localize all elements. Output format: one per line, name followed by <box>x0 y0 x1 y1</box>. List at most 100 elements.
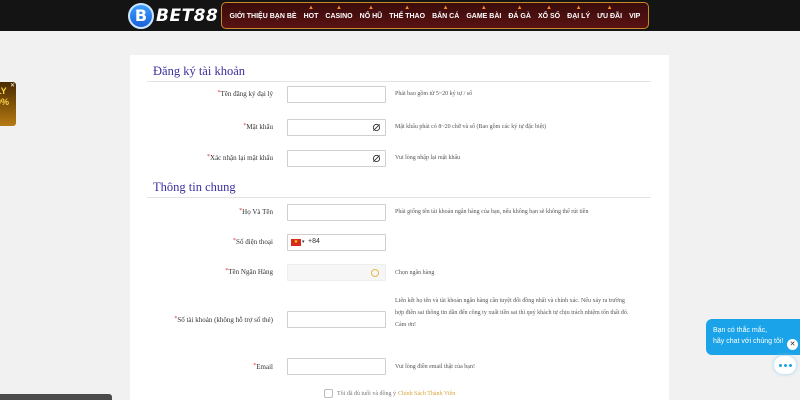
fullname-input[interactable] <box>288 209 385 224</box>
live-chat-banner[interactable]: Bạn có thắc mắc, hãy chat với chúng tôi! <box>706 319 800 355</box>
section-title-general: Thông tin chung <box>153 180 236 194</box>
eye-off-icon[interactable] <box>372 154 381 163</box>
field-label: *Email <box>253 363 273 371</box>
section-title-register: Đăng ký tài khoản <box>153 64 245 78</box>
chat-dot <box>788 363 792 367</box>
flame-icon: ▲ <box>336 5 342 11</box>
flame-icon: ▲ <box>367 5 374 11</box>
nav-label: VIP <box>629 13 641 20</box>
status-bar <box>0 394 112 400</box>
label-text: Mật khẩu <box>246 123 273 131</box>
register-form: Đăng ký tài khoản *Tên đăng ký đại lý Ph… <box>130 55 669 400</box>
agreement-row: Tôi đã đủ tuổi và đồng ý Chính Sách Thàn… <box>324 389 455 398</box>
agent-username-field[interactable] <box>287 86 386 106</box>
field-label: *Tên Ngân Hàng <box>225 268 273 276</box>
flame-icon: ▲ <box>307 5 314 11</box>
nav-gioi-thieu[interactable]: GIỚI THIỆU BẠN BÈ <box>230 11 297 20</box>
label-text: Email <box>256 363 273 371</box>
field-hint: Vui lòng nhập lại mật khẩu <box>395 155 461 161</box>
account-number-input[interactable] <box>288 316 385 331</box>
nav-label: GAME BÀI <box>466 13 502 20</box>
eye-off-icon[interactable] <box>372 123 381 132</box>
label-text: Tên đăng ký đại lý <box>220 90 274 98</box>
label-text: Tên Ngân Hàng <box>228 268 273 276</box>
field-label: *Tên đăng ký đại lý <box>218 90 274 98</box>
nav-label: ĐẠI LÝ <box>567 13 591 20</box>
flame-icon: ▲ <box>516 5 523 11</box>
logo-text: BET88 <box>156 5 219 26</box>
field-label: *Số tài khoản (không hỗ trợ số thẻ) <box>174 316 273 324</box>
field-hint: Liên kết họ tên và tài khoản ngân hàng c… <box>395 298 629 328</box>
email-field[interactable] <box>287 358 386 378</box>
chat-line: Bạn có thắc mắc, <box>713 327 768 334</box>
divider <box>147 197 651 198</box>
chat-dot <box>778 363 782 367</box>
chat-dot <box>783 363 787 367</box>
member-policy-link[interactable]: Chính Sách Thành Viên <box>398 391 455 397</box>
label-text: Số điện thoại <box>236 238 273 246</box>
main-nav: GIỚI THIỆU BẠN BÈ ▲ HOT ▲ CASINO ▲ NỔ HŨ ▲ T… <box>221 2 649 29</box>
account-number-field[interactable] <box>287 311 386 331</box>
phone-country-code: +84 <box>308 238 320 245</box>
field-hint: Phải giống tên tài khoản ngân hàng của b… <box>395 209 589 215</box>
chevron-down-icon <box>371 269 379 277</box>
nav-label: THỂ THAO <box>389 13 426 20</box>
nav-no-hu[interactable]: ▲ NỔ HŨ <box>359 5 383 20</box>
label-text: Xác nhận lại mật khẩu <box>210 154 273 162</box>
nav-xo-so[interactable]: ▲ XỔ SỐ <box>537 5 561 20</box>
flame-icon: ▲ <box>442 5 449 11</box>
agreement-text: Tôi đã đủ tuổi và đồng ý <box>337 390 396 397</box>
flame-icon: ▲ <box>575 5 582 11</box>
site-logo[interactable]: B BET88 <box>128 2 218 29</box>
field-label: *Số điện thoại <box>233 238 273 246</box>
nav-uu-dai[interactable]: ▲ ƯU ĐÃI <box>597 5 622 20</box>
flame-icon: ▲ <box>546 5 552 11</box>
fullname-field[interactable] <box>287 204 386 224</box>
nav-vip[interactable]: VIP <box>629 11 640 20</box>
divider <box>147 81 651 82</box>
chat-close-icon[interactable]: ✕ <box>787 339 798 350</box>
label-text: Số tài khoản (không hỗ trợ số thẻ) <box>177 316 273 324</box>
flame-icon: ▲ <box>404 5 411 11</box>
side-promo-line: 0% <box>0 97 10 107</box>
field-hint: Phải bao gồm từ 5~20 ký tự / số <box>395 91 473 97</box>
agreement-checkbox[interactable] <box>324 389 333 398</box>
field-hint: Chọn ngân hàng <box>395 270 435 276</box>
bank-select[interactable] <box>287 264 386 281</box>
password-field[interactable] <box>287 119 386 139</box>
side-promo-line: LY <box>0 86 7 96</box>
field-label: *Họ Và Tên <box>239 208 273 216</box>
nav-the-thao[interactable]: ▲ THỂ THAO <box>389 5 426 20</box>
caret-down-icon[interactable]: ▾ <box>302 239 305 245</box>
field-label: *Mật khẩu <box>243 123 273 131</box>
field-hint: Vui lòng điền email thật của bạn! <box>395 364 475 370</box>
phone-field[interactable]: ★ ▾ +84 <box>287 234 386 251</box>
nav-label: XỔ SỐ <box>537 13 561 20</box>
confirm-password-input[interactable] <box>288 155 385 170</box>
field-hint: Mật khẩu phải có 8~20 chữ và số (Bao gồm… <box>395 124 547 130</box>
nav-label: BẮN CÁ <box>432 13 460 20</box>
agent-username-input[interactable] <box>288 91 385 106</box>
nav-dai-ly[interactable]: ▲ ĐẠI LÝ <box>567 5 591 20</box>
nav-label: CASINO <box>325 13 353 20</box>
confirm-password-field[interactable] <box>287 150 386 170</box>
email-input[interactable] <box>288 363 385 378</box>
nav-game-bai[interactable]: ▲ GAME BÀI <box>466 5 502 20</box>
flame-icon: ▲ <box>480 5 487 11</box>
password-input[interactable] <box>288 124 385 139</box>
nav-da-ga[interactable]: ▲ ĐÁ GÀ <box>508 5 531 20</box>
side-promo-text: LY 0% <box>0 86 9 108</box>
nav-ban-ca[interactable]: ▲ BẮN CÁ <box>432 5 460 20</box>
label-text: Họ Và Tên <box>242 208 273 216</box>
nav-hot[interactable]: ▲ HOT <box>303 5 319 20</box>
nav-label: GIỚI THIỆU BẠN BÈ <box>229 13 297 20</box>
chat-bubble-icon[interactable] <box>774 356 796 374</box>
nav-label: HOT <box>303 13 319 20</box>
flame-icon: ▲ <box>606 5 613 11</box>
nav-casino[interactable]: ▲ CASINO <box>325 5 353 20</box>
vietnam-flag-icon[interactable]: ★ <box>291 239 301 246</box>
side-promo-close-icon[interactable]: ✕ <box>9 82 16 89</box>
field-label: *Xác nhận lại mật khẩu <box>207 154 273 162</box>
nav-label: NỔ HŨ <box>359 13 383 20</box>
top-header: B BET88 GIỚI THIỆU BẠN BÈ ▲ HOT ▲ CASINO ▲… <box>0 0 800 31</box>
